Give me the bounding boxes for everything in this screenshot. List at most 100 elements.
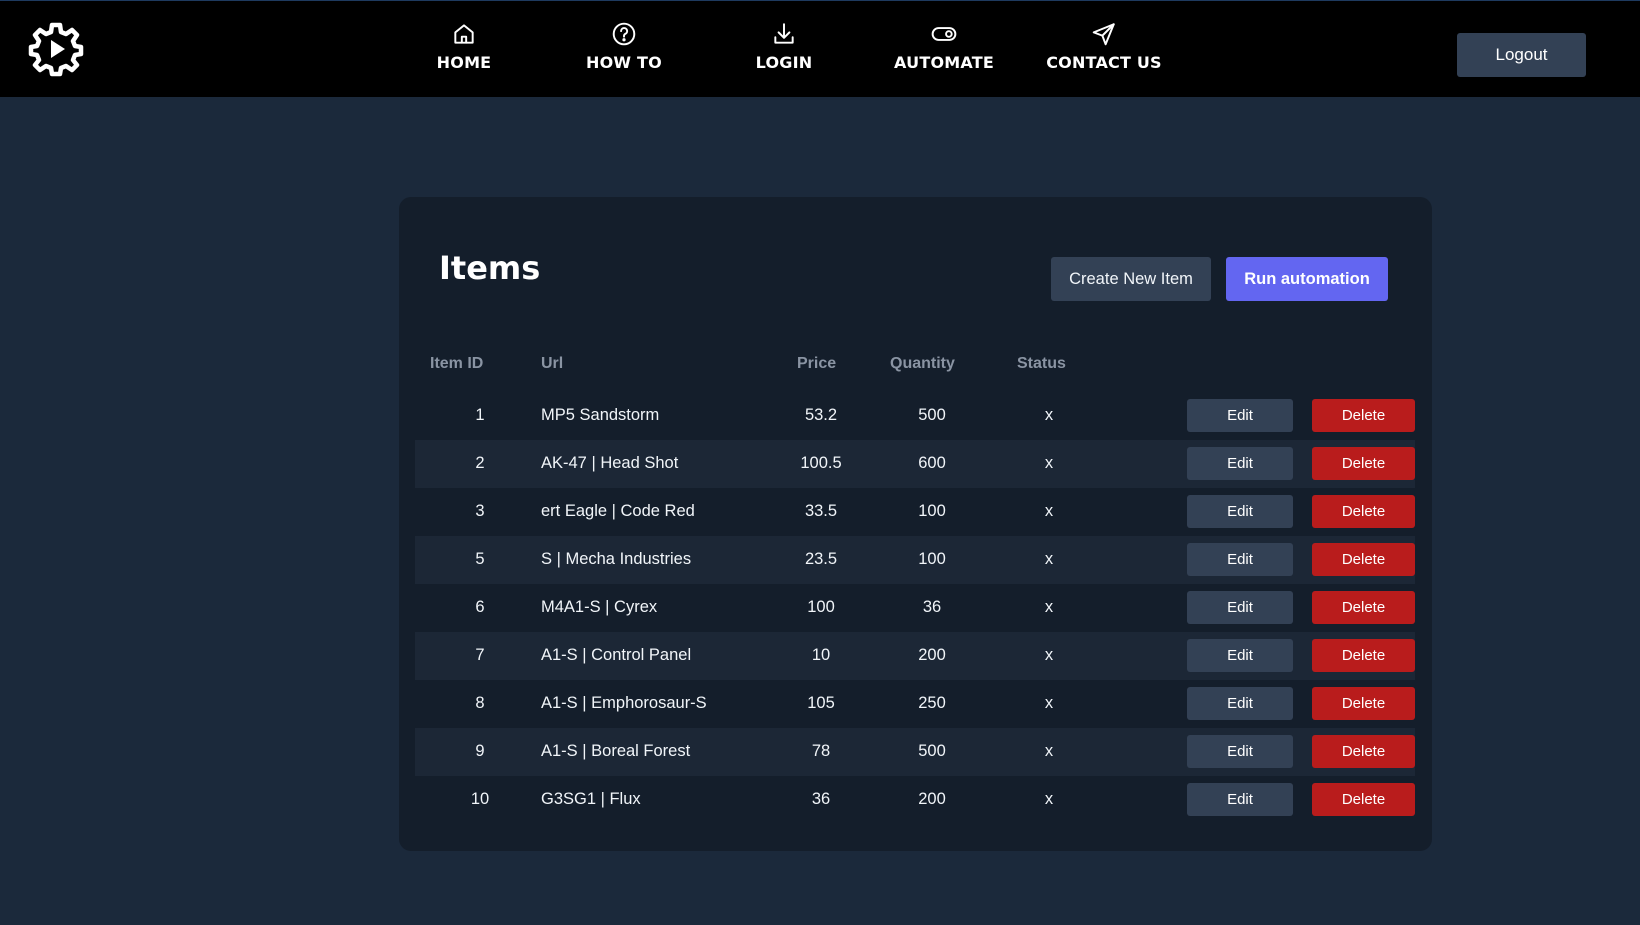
cell-url: AK-47 | Head Shot bbox=[541, 454, 679, 472]
header-status: Status bbox=[1017, 355, 1066, 372]
cell-item-id: 7 bbox=[475, 646, 485, 664]
cell-url: A1-S | Emphorosaur-S bbox=[541, 694, 707, 712]
edit-button[interactable]: Edit bbox=[1187, 447, 1293, 480]
cell-price: 105 bbox=[807, 694, 835, 712]
edit-button[interactable]: Edit bbox=[1187, 735, 1293, 768]
table-row: 10 G3SG1 | Flux 36 200 x Edit Delete bbox=[415, 776, 1415, 824]
cell-status: x bbox=[1044, 454, 1054, 472]
cell-status: x bbox=[1044, 646, 1054, 664]
cell-status: x bbox=[1044, 598, 1054, 616]
nav-login[interactable]: LOGIN bbox=[704, 1, 864, 98]
create-new-item-button[interactable]: Create New Item bbox=[1051, 257, 1211, 301]
delete-button[interactable]: Delete bbox=[1312, 639, 1415, 672]
table-header: Item ID Url Price Quantity Status bbox=[415, 355, 1415, 385]
cell-price: 33.5 bbox=[804, 502, 838, 520]
cell-quantity: 200 bbox=[918, 790, 946, 808]
cell-item-id: 3 bbox=[475, 502, 485, 520]
send-icon bbox=[1092, 23, 1115, 46]
nav-label-how-to: HOW TO bbox=[586, 53, 662, 72]
header-item-id: Item ID bbox=[430, 355, 484, 372]
cell-url: G3SG1 | Flux bbox=[541, 790, 641, 808]
home-icon bbox=[454, 24, 474, 44]
nav-home[interactable]: HOME bbox=[384, 1, 544, 98]
cell-price: 23.5 bbox=[804, 550, 838, 568]
cell-quantity: 250 bbox=[918, 694, 946, 712]
cell-quantity: 200 bbox=[918, 646, 946, 664]
table-row: 7 A1-S | Control Panel 10 200 x Edit Del… bbox=[415, 632, 1415, 680]
header-price: Price bbox=[797, 355, 837, 372]
cell-price: 78 bbox=[811, 742, 831, 760]
table-row: 6 M4A1-S | Cyrex 100 36 x Edit Delete bbox=[415, 584, 1415, 632]
cell-item-id: 10 bbox=[470, 790, 490, 808]
logout-button[interactable]: Logout bbox=[1457, 33, 1586, 77]
edit-button[interactable]: Edit bbox=[1187, 591, 1293, 624]
cell-price: 36 bbox=[811, 790, 831, 808]
header-url: Url bbox=[541, 355, 564, 372]
cell-price: 100 bbox=[807, 598, 835, 616]
cell-quantity: 100 bbox=[918, 502, 946, 520]
table-row: 1 MP5 Sandstorm 53.2 500 x Edit Delete bbox=[415, 392, 1415, 440]
cell-item-id: 5 bbox=[475, 550, 485, 568]
cell-quantity: 100 bbox=[918, 550, 946, 568]
nav-label-automate: AUTOMATE bbox=[894, 53, 994, 72]
delete-button[interactable]: Delete bbox=[1312, 783, 1415, 816]
delete-button[interactable]: Delete bbox=[1312, 447, 1415, 480]
edit-button[interactable]: Edit bbox=[1187, 783, 1293, 816]
delete-button[interactable]: Delete bbox=[1312, 687, 1415, 720]
header-quantity: Quantity bbox=[890, 355, 955, 372]
nav-contact-us[interactable]: CONTACT US bbox=[1024, 1, 1184, 98]
cell-url: ert Eagle | Code Red bbox=[541, 502, 695, 520]
cell-price: 100.5 bbox=[800, 454, 842, 472]
top-navbar: HOME HOW TO LOGIN AUTOMATE CONTACT US Lo… bbox=[0, 0, 1640, 97]
cell-quantity: 500 bbox=[918, 406, 946, 424]
cell-status: x bbox=[1044, 742, 1054, 760]
cell-status: x bbox=[1044, 502, 1054, 520]
table-row: 5 S | Mecha Industries 23.5 100 x Edit D… bbox=[415, 536, 1415, 584]
edit-button[interactable]: Edit bbox=[1187, 495, 1293, 528]
nav-automate[interactable]: AUTOMATE bbox=[864, 1, 1024, 98]
download-icon bbox=[774, 23, 794, 44]
edit-button[interactable]: Edit bbox=[1187, 687, 1293, 720]
cell-quantity: 500 bbox=[918, 742, 946, 760]
table-row: 9 A1-S | Boreal Forest 78 500 x Edit Del… bbox=[415, 728, 1415, 776]
cell-url: MP5 Sandstorm bbox=[541, 406, 660, 424]
cell-url: A1-S | Boreal Forest bbox=[541, 742, 691, 760]
delete-button[interactable]: Delete bbox=[1312, 543, 1415, 576]
cell-quantity: 36 bbox=[922, 598, 942, 616]
cell-quantity: 600 bbox=[918, 454, 946, 472]
cell-item-id: 6 bbox=[475, 598, 485, 616]
cell-status: x bbox=[1044, 406, 1054, 424]
items-card: Items Create New Item Run automation Ite… bbox=[399, 197, 1432, 851]
cell-status: x bbox=[1044, 550, 1054, 568]
nav-links: HOME HOW TO LOGIN AUTOMATE CONTACT US bbox=[0, 1, 1640, 98]
delete-button[interactable]: Delete bbox=[1312, 399, 1415, 432]
nav-label-home: HOME bbox=[436, 53, 492, 72]
delete-button[interactable]: Delete bbox=[1312, 495, 1415, 528]
page-title: Items bbox=[439, 249, 541, 287]
cell-item-id: 9 bbox=[475, 742, 485, 760]
nav-label-contact-us: CONTACT US bbox=[1046, 53, 1162, 72]
edit-button[interactable]: Edit bbox=[1187, 399, 1293, 432]
edit-button[interactable]: Edit bbox=[1187, 543, 1293, 576]
edit-button[interactable]: Edit bbox=[1187, 639, 1293, 672]
cell-item-id: 1 bbox=[475, 406, 485, 424]
table-row: 2 AK-47 | Head Shot 100.5 600 x Edit Del… bbox=[415, 440, 1415, 488]
nav-label-login: LOGIN bbox=[755, 53, 813, 72]
nav-how-to[interactable]: HOW TO bbox=[544, 1, 704, 98]
cell-status: x bbox=[1044, 790, 1054, 808]
cell-url: S | Mecha Industries bbox=[541, 550, 692, 568]
cell-price: 10 bbox=[811, 646, 831, 664]
cell-url: A1-S | Control Panel bbox=[541, 646, 692, 664]
delete-button[interactable]: Delete bbox=[1312, 591, 1415, 624]
cell-item-id: 8 bbox=[475, 694, 485, 712]
cell-item-id: 2 bbox=[475, 454, 485, 472]
cell-status: x bbox=[1044, 694, 1054, 712]
delete-button[interactable]: Delete bbox=[1312, 735, 1415, 768]
cell-url: M4A1-S | Cyrex bbox=[541, 598, 658, 616]
table-row: 3 ert Eagle | Code Red 33.5 100 x Edit D… bbox=[415, 488, 1415, 536]
help-circle-icon bbox=[612, 22, 636, 46]
table-row: 8 A1-S | Emphorosaur-S 105 250 x Edit De… bbox=[415, 680, 1415, 728]
run-automation-button[interactable]: Run automation bbox=[1226, 257, 1388, 301]
cell-price: 53.2 bbox=[804, 406, 838, 424]
toggle-icon bbox=[931, 27, 957, 41]
